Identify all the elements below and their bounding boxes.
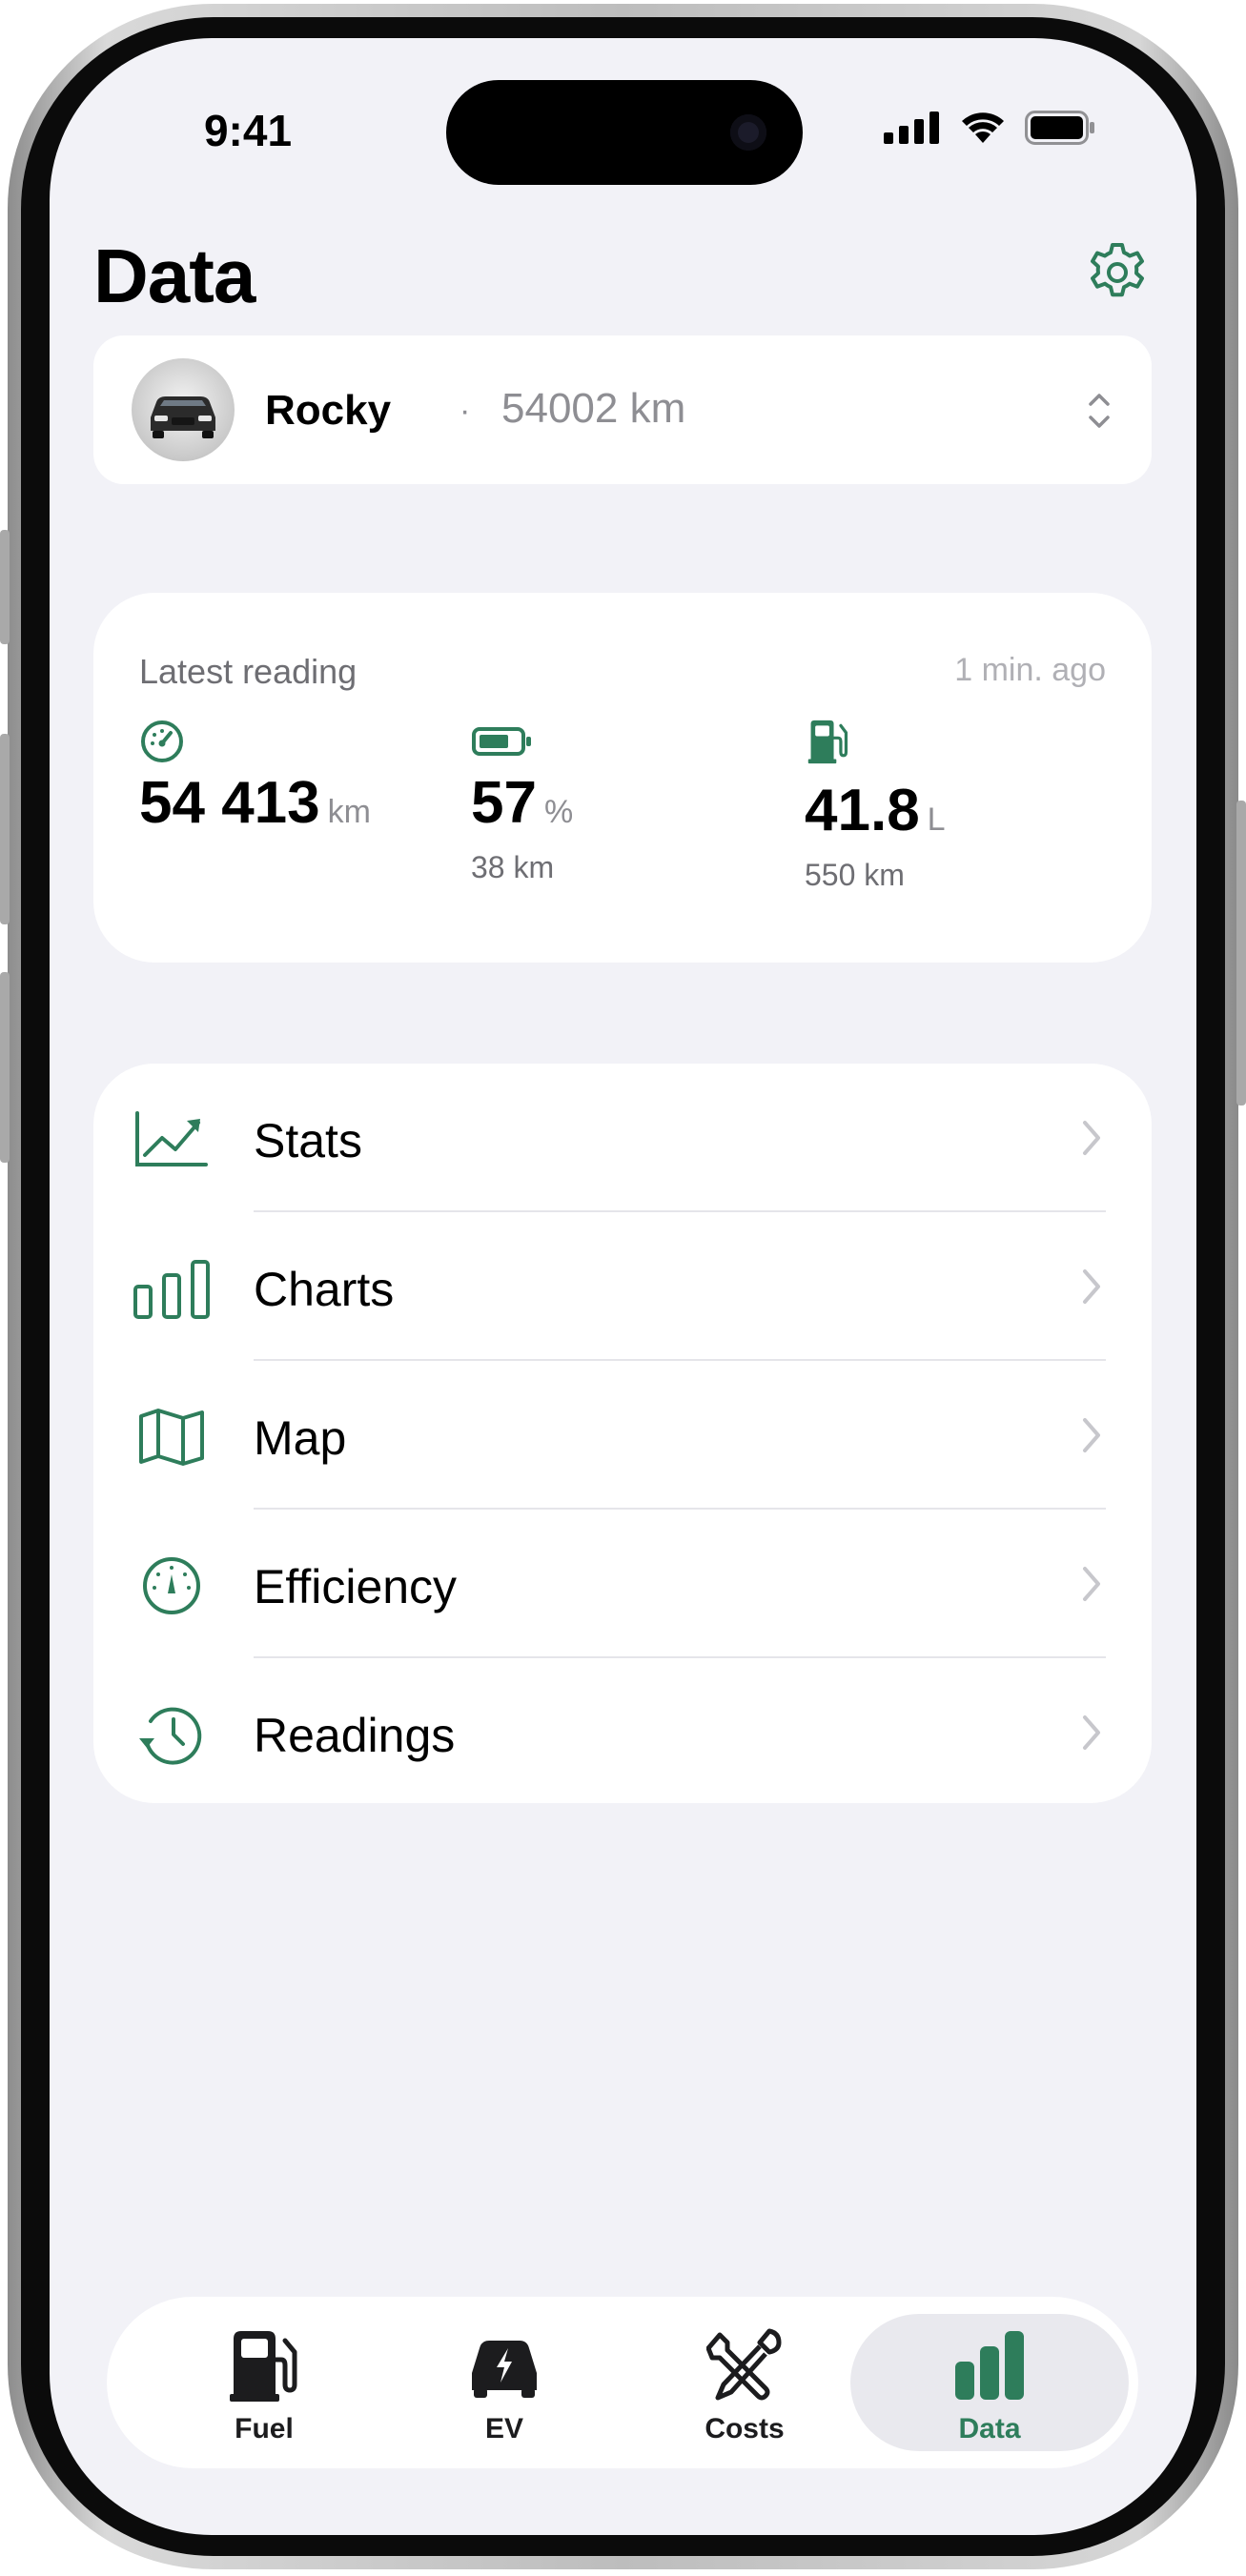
bar-chart-icon: [955, 2331, 1024, 2400]
tab-label: Costs: [705, 2413, 785, 2444]
latest-reading-time: 1 min. ago: [954, 652, 1106, 688]
menu-item-label: Charts: [254, 1263, 395, 1316]
status-icons: [884, 111, 1095, 145]
battery-value: 57: [471, 770, 537, 836]
fuel-pump-icon: [230, 2331, 297, 2402]
vehicle-avatar: [132, 358, 235, 461]
vehicle-separator: ·: [460, 393, 471, 429]
menu-item-charts[interactable]: Charts: [93, 1212, 1152, 1361]
chevron-right-icon: [1083, 1418, 1100, 1452]
volume-up-button: [0, 734, 10, 924]
tab-label: Data: [958, 2413, 1021, 2444]
chevron-right-icon: [1083, 1567, 1100, 1601]
fuel-metric: 41.8 L 550 km: [805, 719, 946, 893]
tab-data[interactable]: Data: [850, 2314, 1129, 2451]
menu-item-label: Map: [254, 1411, 347, 1465]
gauge-icon: [143, 1557, 200, 1614]
fuel-value: 41.8: [805, 778, 920, 843]
chevron-right-icon: [1083, 1121, 1100, 1155]
battery-icon: [1025, 111, 1094, 145]
tab-label: Fuel: [235, 2413, 294, 2444]
menu-item-readings[interactable]: Readings: [93, 1658, 1152, 1803]
menu-item-label: Efficiency: [254, 1560, 458, 1613]
latest-reading-card: Latest reading 1 min. ago 54 413 km 57% 3…: [93, 593, 1152, 963]
menu-item-label: Readings: [254, 1709, 456, 1762]
action-button: [0, 530, 10, 644]
menu-item-stats[interactable]: Stats: [93, 1064, 1152, 1212]
fuel-range: 550 km: [805, 858, 905, 892]
tab-fuel[interactable]: Fuel: [145, 2314, 383, 2451]
map-icon: [139, 1409, 204, 1466]
odometer-value: 54 413: [139, 770, 320, 836]
screen: 9:41 Data Rocky · 54002 km Latest readin…: [50, 38, 1196, 2535]
menu-item-map[interactable]: Map: [93, 1361, 1152, 1510]
trend-chart-icon: [135, 1111, 208, 1166]
chevron-right-icon: [1083, 1269, 1100, 1304]
car-battery-icon: [472, 727, 531, 756]
vehicle-odometer: 54002 km: [501, 385, 686, 432]
vehicle-name: Rocky: [265, 387, 392, 434]
chevron-up-down-icon: [1089, 394, 1110, 428]
menu-item-label: Stats: [254, 1114, 362, 1167]
battery-unit: %: [543, 794, 574, 830]
fuel-unit: L: [927, 801, 946, 838]
odometer-metric: 54 413 km: [139, 719, 371, 837]
fuel-pump-icon: [807, 720, 848, 764]
dynamic-island: [446, 80, 803, 185]
ev-car-icon: [472, 2341, 537, 2398]
car-photo-icon: [151, 396, 215, 438]
status-time: 9:41: [203, 106, 293, 155]
speedometer-icon: [141, 720, 183, 762]
chevron-right-icon: [1083, 1715, 1100, 1750]
latest-reading-title: Latest reading: [139, 652, 357, 691]
tab-bar: Fuel EV Costs Data: [107, 2297, 1138, 2468]
tools-icon: [706, 2328, 782, 2401]
menu-item-efficiency[interactable]: Efficiency: [93, 1510, 1152, 1658]
vehicle-selector[interactable]: Rocky · 54002 km: [93, 335, 1152, 484]
gear-icon[interactable]: [1086, 241, 1149, 304]
tab-costs[interactable]: Costs: [625, 2314, 864, 2451]
battery-metric: 57% 38 km: [471, 719, 573, 885]
data-menu: Stats Charts Map Efficiency Readings: [93, 1064, 1152, 1803]
bar-chart-icon: [133, 1260, 210, 1319]
power-button: [1236, 801, 1246, 1105]
cellular-signal-icon: [884, 112, 939, 144]
history-icon: [139, 1707, 202, 1765]
front-camera: [730, 114, 766, 151]
battery-range: 38 km: [471, 850, 555, 884]
tab-ev[interactable]: EV: [385, 2314, 623, 2451]
tab-label: EV: [484, 2413, 524, 2444]
wifi-icon: [962, 112, 1004, 143]
volume-down-button: [0, 972, 10, 1163]
odometer-unit: km: [327, 794, 371, 830]
page-title: Data: [93, 233, 255, 318]
